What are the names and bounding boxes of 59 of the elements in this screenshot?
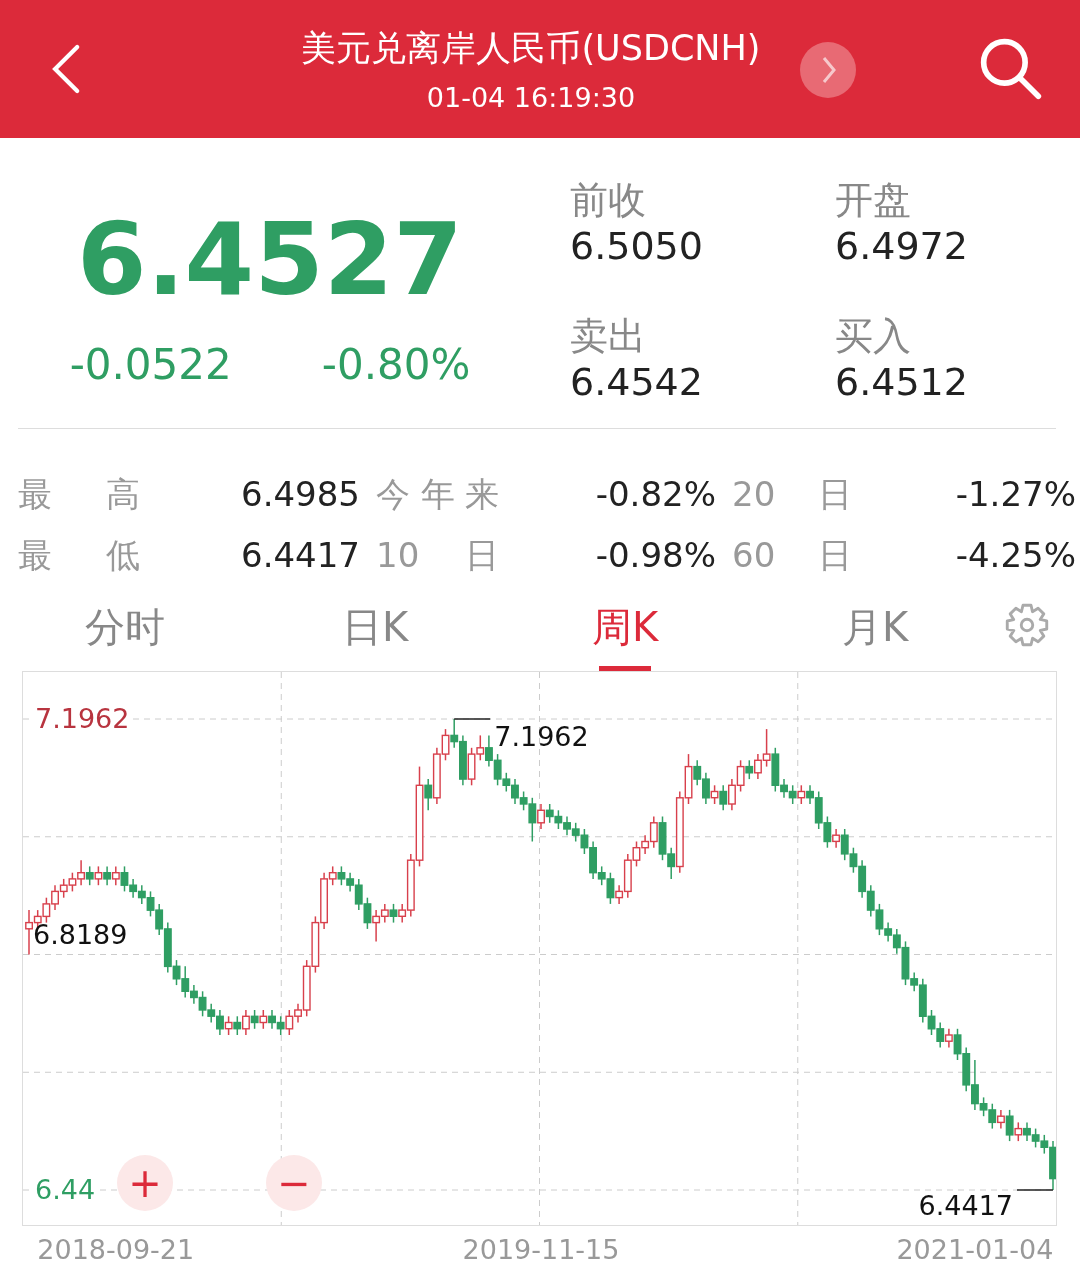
current-price: 6.4527 bbox=[77, 210, 463, 310]
percent-change: -0.80% bbox=[321, 340, 471, 389]
candlestick bbox=[259, 1009, 268, 1030]
zoom-out-button[interactable]: − bbox=[266, 1155, 322, 1211]
chart-tab[interactable]: 日K bbox=[250, 579, 500, 671]
candlestick bbox=[94, 865, 103, 886]
candlestick bbox=[242, 1009, 250, 1036]
candlestick bbox=[389, 903, 398, 924]
chart-tab[interactable]: 分时 bbox=[0, 579, 250, 671]
stat-value: -4.25% bbox=[954, 534, 1076, 577]
field-label: 前收 bbox=[570, 178, 647, 224]
candlestick bbox=[233, 1015, 242, 1036]
stat-label: 最 低 bbox=[18, 534, 140, 577]
candlestick bbox=[250, 1009, 259, 1030]
field-value: 6.4542 bbox=[570, 359, 704, 406]
leader-line bbox=[1016, 1189, 1054, 1191]
field-label: 卖出 bbox=[570, 314, 647, 360]
candlestick bbox=[797, 784, 806, 805]
stat-value: -0.82% bbox=[594, 473, 717, 516]
leader-line bbox=[453, 718, 491, 720]
stat-value: -0.98% bbox=[594, 534, 717, 577]
stat-value: 6.4417 bbox=[240, 534, 361, 577]
candlestick bbox=[103, 865, 112, 886]
stat-label: 10 日 bbox=[376, 534, 499, 577]
candlestick bbox=[224, 1015, 233, 1036]
stat-value: 6.4985 bbox=[240, 473, 361, 516]
date-label: 2021-01-04 bbox=[896, 1234, 1054, 1265]
price-label: 6.4417 bbox=[918, 1192, 1013, 1219]
price-change: -0.0522 bbox=[69, 340, 232, 389]
date-label: 2018-09-21 bbox=[37, 1234, 195, 1265]
date-label: 2019-11-15 bbox=[462, 1234, 620, 1265]
candlestick bbox=[745, 759, 754, 780]
candlestick bbox=[111, 865, 120, 886]
chart-tab[interactable]: 月K bbox=[750, 579, 1000, 671]
candlestick bbox=[424, 778, 433, 812]
stat-label: 60 日 bbox=[732, 534, 852, 577]
stat-value: -1.27% bbox=[954, 473, 1076, 516]
zoom-in-button[interactable]: + bbox=[117, 1155, 173, 1211]
stat-label: 20 日 bbox=[732, 473, 852, 516]
field-label: 开盘 bbox=[835, 178, 912, 224]
search-icon[interactable] bbox=[978, 36, 1044, 102]
field-value: 6.4512 bbox=[835, 359, 969, 406]
stat-label: 最 高 bbox=[18, 473, 140, 516]
field-value: 6.4972 bbox=[835, 223, 969, 270]
candlestick bbox=[537, 803, 545, 830]
candlestick bbox=[944, 1028, 953, 1049]
stat-label: 今年来 bbox=[376, 473, 499, 516]
candlestick bbox=[719, 784, 728, 812]
field-label: 买入 bbox=[835, 314, 912, 360]
candlestick bbox=[1005, 1109, 1014, 1142]
candlestick bbox=[85, 865, 94, 886]
price-label: 7.1962 bbox=[494, 723, 589, 750]
update-time: 01-04 16:19:30 bbox=[426, 82, 636, 113]
field-value: 6.5050 bbox=[570, 223, 704, 270]
candlestick bbox=[832, 828, 840, 849]
candlestick bbox=[1014, 1121, 1023, 1142]
page-title: 美元兑离岸人民币(USDCNH) bbox=[301, 27, 761, 70]
price-label: 6.8189 bbox=[33, 920, 128, 948]
candlestick bbox=[997, 1109, 1005, 1130]
